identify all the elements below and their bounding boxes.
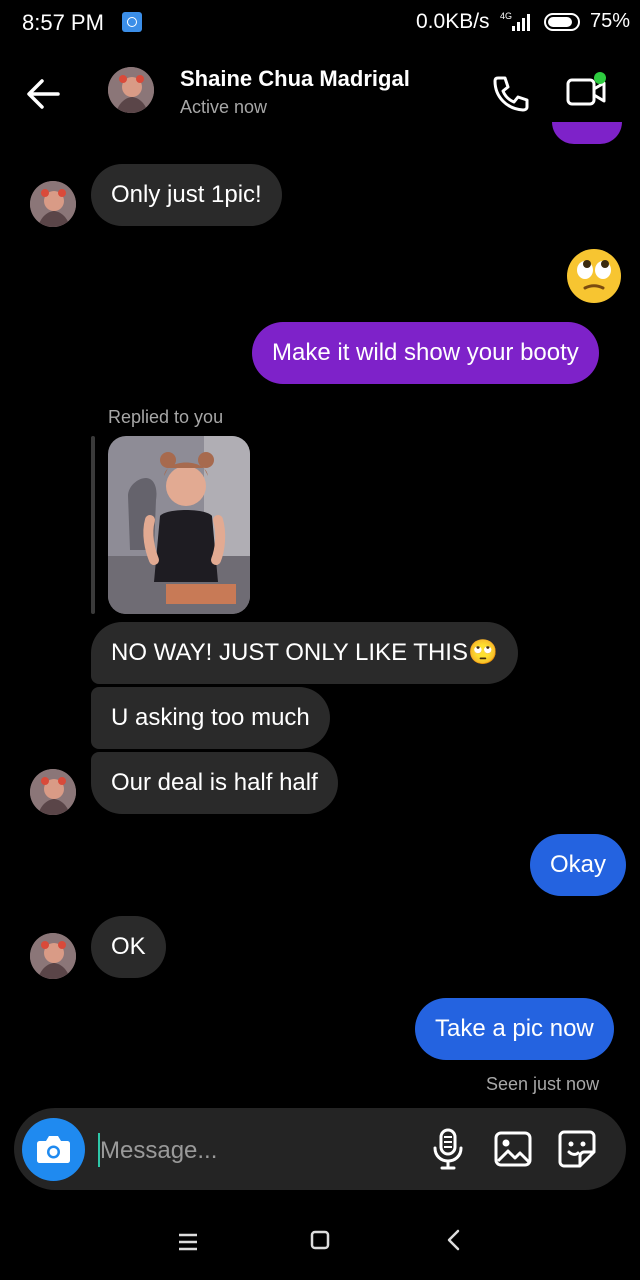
previous-message-bubble xyxy=(552,122,622,144)
status-time: 8:57 PM xyxy=(22,10,104,35)
seen-status: Seen just now xyxy=(486,1074,600,1094)
gallery-icon[interactable] xyxy=(492,1128,534,1170)
sender-avatar[interactable] xyxy=(30,933,76,979)
contact-avatar[interactable] xyxy=(108,67,154,113)
outgoing-message[interactable]: Okay xyxy=(530,834,627,896)
back-arrow-icon[interactable] xyxy=(22,72,66,116)
sender-avatar[interactable] xyxy=(30,769,76,815)
network-speed: 0.0KB/s xyxy=(416,10,490,33)
outgoing-message[interactable]: Take a pic now xyxy=(415,998,614,1060)
reply-quote-bar xyxy=(91,436,95,614)
sticker-icon[interactable] xyxy=(556,1128,598,1170)
camera-button[interactable] xyxy=(22,1118,85,1181)
replied-photo[interactable] xyxy=(108,436,250,614)
incoming-message[interactable]: OK xyxy=(91,916,166,978)
incoming-message[interactable]: Our deal is half half xyxy=(91,752,338,814)
eye-roll-emoji-icon[interactable] xyxy=(566,248,622,304)
outgoing-message[interactable]: Make it wild show your booty xyxy=(252,322,599,384)
microphone-icon[interactable] xyxy=(430,1126,466,1172)
recent-apps-icon[interactable] xyxy=(176,1230,200,1254)
incoming-message[interactable]: NO WAY! JUST ONLY LIKE THIS🙄 xyxy=(91,622,518,684)
network-type: 4G xyxy=(500,11,513,21)
video-call-icon[interactable] xyxy=(562,70,614,116)
app-notification-icon xyxy=(122,12,142,32)
contact-name[interactable]: Shaine Chua Madrigal xyxy=(180,66,410,92)
signal-icon xyxy=(512,13,536,31)
battery-percent: 75% xyxy=(590,10,631,32)
reply-label: Replied to you xyxy=(108,407,224,427)
incoming-message[interactable]: Only just 1pic! xyxy=(91,164,282,226)
home-icon[interactable] xyxy=(308,1228,332,1252)
message-input[interactable] xyxy=(100,1134,400,1168)
battery-level xyxy=(548,17,572,27)
nav-back-icon[interactable] xyxy=(442,1228,466,1252)
sender-avatar[interactable] xyxy=(30,181,76,227)
incoming-message[interactable]: U asking too much xyxy=(91,687,330,749)
phone-call-icon[interactable] xyxy=(488,72,532,116)
active-status: Active now xyxy=(180,97,268,117)
